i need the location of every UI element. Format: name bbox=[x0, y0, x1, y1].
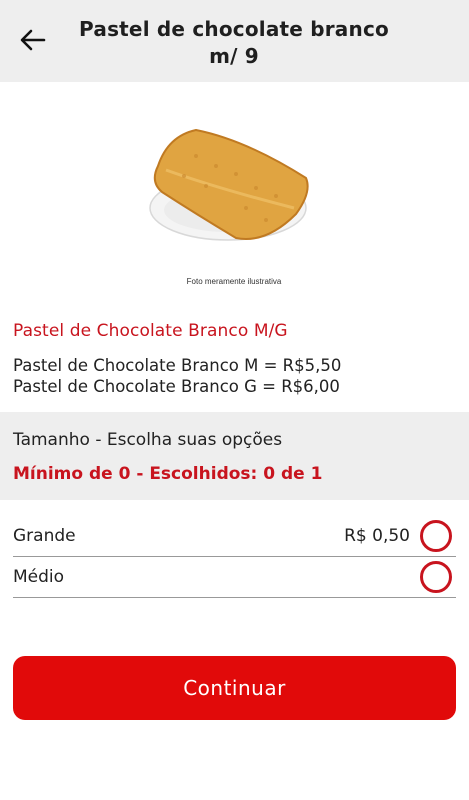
page-title: Pastel de chocolate branco m/ 9 bbox=[79, 17, 389, 68]
description-line: Pastel de Chocolate Branco G = R$6,00 bbox=[13, 377, 340, 396]
arrow-left-icon bbox=[20, 29, 46, 51]
option-row-grande[interactable]: Grande R$ 0,50 bbox=[13, 516, 456, 557]
option-price: R$ 0,50 bbox=[344, 526, 410, 546]
back-button[interactable] bbox=[16, 26, 50, 54]
app-header: Pastel de chocolate branco m/ 9 bbox=[0, 0, 469, 82]
continue-button[interactable]: Continuar bbox=[13, 656, 456, 720]
options-group-title: Tamanho - Escolha suas opções bbox=[13, 430, 283, 450]
option-row-medio[interactable]: Médio bbox=[13, 557, 456, 598]
radio-button[interactable] bbox=[420, 561, 452, 593]
options-group-header: Tamanho - Escolha suas opções Mínimo de … bbox=[0, 412, 469, 500]
product-description: Pastel de Chocolate Branco M = R$5,50 Pa… bbox=[13, 355, 453, 397]
description-line: Pastel de Chocolate Branco M = R$5,50 bbox=[13, 356, 342, 375]
image-caption: Foto meramente ilustrativa bbox=[187, 277, 282, 286]
product-image: Foto meramente ilustrativa bbox=[136, 96, 332, 292]
option-label: Médio bbox=[13, 567, 65, 587]
option-label: Grande bbox=[13, 526, 76, 546]
options-group-rule: Mínimo de 0 - Escolhidos: 0 de 1 bbox=[13, 464, 323, 484]
radio-button[interactable] bbox=[420, 520, 452, 552]
product-name: Pastel de Chocolate Branco M/G bbox=[13, 321, 288, 341]
